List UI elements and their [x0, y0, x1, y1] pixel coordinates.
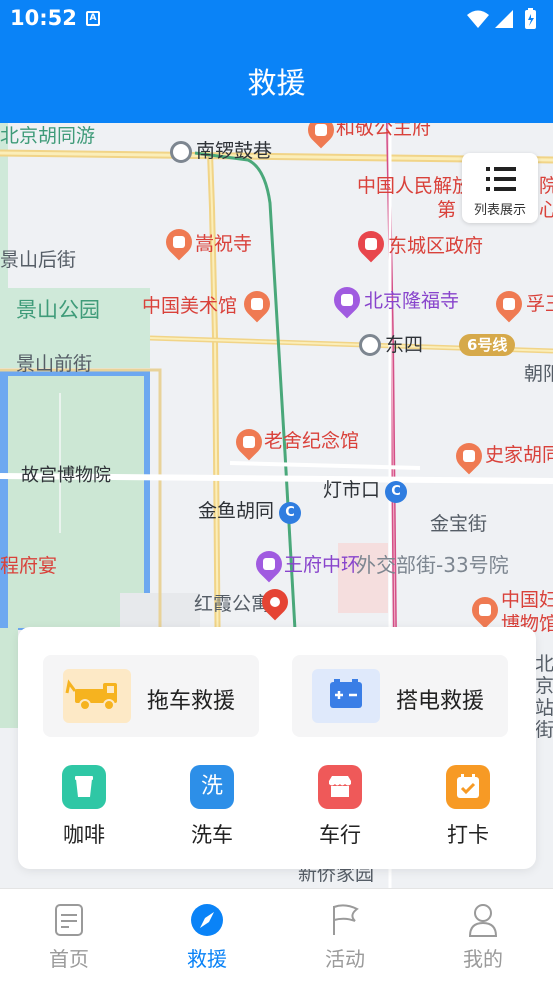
bottom-tab-bar: 首页 救援 活动 我的: [0, 888, 553, 984]
status-time: 10:52: [10, 6, 77, 30]
map-label-wangfu: 王府中环: [284, 554, 361, 576]
signal-icon: [495, 10, 513, 28]
rescue-services-card: 拖车救援 搭电救援 咖啡 洗 洗车 车行 打卡: [18, 627, 536, 869]
map-label-beijing-hutong: 北京胡同游: [0, 125, 96, 147]
car-dealer-button[interactable]: 车行: [295, 765, 385, 853]
app-header: 10:52 A 救援: [0, 0, 553, 123]
map-label-xin: 心: [539, 199, 553, 221]
map-label-songzhusi: 嵩祝寺: [195, 233, 253, 255]
list-view-label: 列表展示: [473, 203, 526, 218]
map-label-jingshan-qianjie: 景山前街: [16, 353, 93, 375]
list-icon: [486, 167, 516, 191]
car-wash-button[interactable]: 洗 洗车: [167, 765, 257, 853]
tab-activity[interactable]: 活动: [276, 889, 414, 984]
tab-home[interactable]: 首页: [0, 889, 138, 984]
metro-station-icon: C: [385, 481, 407, 503]
check-in-button[interactable]: 打卡: [423, 765, 513, 853]
map-label-jingshan-park: 景山公园: [16, 298, 100, 322]
wifi-icon: [467, 10, 489, 28]
tow-rescue-button[interactable]: 拖车救援: [43, 655, 259, 737]
map-label-hongxia: 红霞公寓: [194, 593, 271, 615]
map-label-fuwang: 孚王: [526, 293, 553, 315]
map-label-cheng: 程府宴: [0, 555, 58, 577]
compass-icon: [191, 904, 223, 936]
jump-start-label: 搭电救援: [396, 689, 485, 714]
map-label-yuan: 院: [539, 175, 553, 197]
car-wash-label: 洗车: [191, 823, 233, 847]
jump-start-button[interactable]: 搭电救援: [292, 655, 508, 737]
calendar-check-icon: [446, 765, 490, 809]
map-label-hejing: 和敬公主府: [336, 123, 432, 139]
store-icon: [318, 765, 362, 809]
map-label-longfusi: 北京隆福寺: [364, 290, 460, 312]
map-label-laoshe: 老舍纪念馆: [264, 430, 360, 452]
map-label-dengshikou: 灯市口: [323, 479, 381, 501]
map-label-palace-museum: 故宫博物院: [21, 465, 111, 486]
tab-rescue[interactable]: 救援: [138, 889, 276, 984]
map-label-renmin: 中国人民解放: [357, 175, 472, 197]
subway-station-icon: [170, 141, 192, 163]
map-label-jingshan-houjie: 景山后街: [0, 249, 77, 271]
tab-mine[interactable]: 我的: [414, 889, 552, 984]
home-doc-icon: [55, 904, 83, 936]
map-label-jinbaojie: 金宝街: [430, 513, 488, 535]
metro-station-icon: C: [279, 502, 301, 524]
tab-activity-label: 活动: [325, 947, 365, 971]
coffee-button[interactable]: 咖啡: [39, 765, 129, 853]
status-bar: 10:52 A: [0, 0, 553, 38]
tab-rescue-label: 救援: [187, 947, 227, 971]
line6-badge: 6号线: [459, 334, 516, 356]
map-label-dongcheng: 东城区政府: [388, 235, 484, 257]
map-label-jinyu: 金鱼胡同: [198, 500, 275, 522]
coffee-icon: [62, 765, 106, 809]
check-in-label: 打卡: [447, 823, 489, 847]
status-icons: [467, 8, 536, 29]
user-icon: [468, 904, 498, 937]
list-view-button[interactable]: 列表展示: [462, 153, 538, 223]
map-label-chaoyang: 朝阳: [524, 363, 553, 385]
notification-icon: A: [86, 11, 100, 26]
subway-station-icon: [359, 334, 381, 356]
coffee-label: 咖啡: [63, 823, 105, 847]
tab-mine-label: 我的: [463, 947, 503, 971]
car-dealer-label: 车行: [319, 823, 361, 847]
page-title: 救援: [247, 66, 306, 100]
map-label-waijiaobu: 外交部街-33号院: [356, 553, 509, 577]
map-label-nanluoguxiang: 南锣鼓巷: [196, 140, 273, 162]
map-label-dier: 第: [437, 199, 457, 221]
map-label-beijing-station: 北京站街: [535, 653, 553, 741]
tow-rescue-label: 拖车救援: [147, 689, 236, 714]
tab-home-label: 首页: [49, 947, 89, 971]
map-label-dongsi: 东四: [385, 334, 424, 356]
map-label-art-museum: 中国美术馆: [142, 295, 238, 317]
map-label-shijia: 史家胡同: [485, 444, 553, 466]
tow-truck-icon: [63, 669, 131, 723]
battery-icon: [312, 669, 380, 723]
flag-icon: [333, 904, 359, 935]
map-label-women-museum: 中国妇: [501, 589, 553, 611]
car-wash-icon: 洗: [190, 765, 234, 809]
